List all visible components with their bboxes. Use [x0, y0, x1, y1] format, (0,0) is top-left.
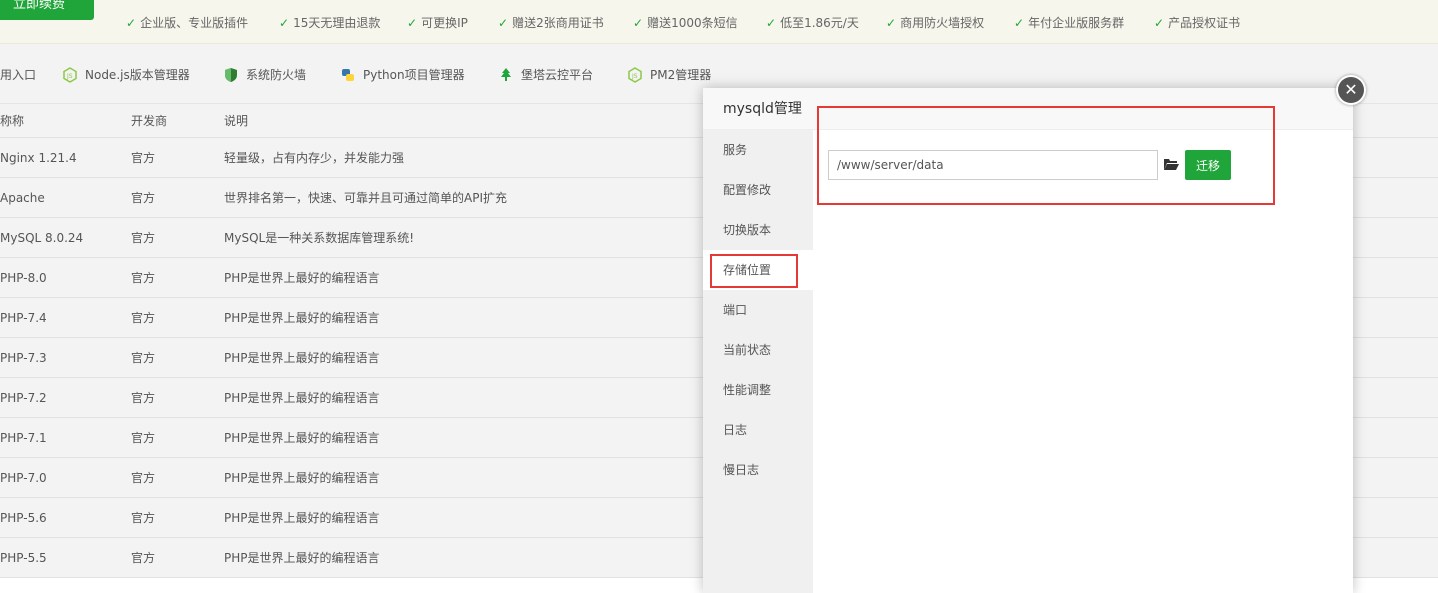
- menu-item[interactable]: 性能调整: [703, 370, 813, 410]
- feature-item: ✓ 可更换IP: [407, 16, 468, 30]
- cell-description: MySQL是一种关系数据库管理系统!: [224, 231, 415, 245]
- tree-icon: [501, 67, 511, 81]
- cell-developer: 官方: [131, 511, 156, 525]
- app-entry[interactable]: 用入口: [0, 66, 36, 83]
- nodejs-icon: JS: [63, 66, 77, 83]
- feature-item: ✓ 年付企业版服务群: [1014, 16, 1125, 30]
- check-icon: ✓: [279, 16, 290, 30]
- check-icon: ✓: [407, 16, 418, 30]
- cell-name: PHP-5.6: [0, 510, 47, 525]
- check-icon: ✓: [1154, 16, 1165, 30]
- svg-text:JS: JS: [631, 73, 638, 80]
- cell-description: PHP是世界上最好的编程语言: [224, 511, 380, 525]
- app-firewall[interactable]: 系统防火墙: [223, 66, 306, 83]
- shield-icon: [225, 67, 237, 82]
- app-nodejs[interactable]: JS Node.js版本管理器: [62, 66, 190, 83]
- feature-item: ✓ 赠送2张商用证书: [498, 16, 604, 30]
- highlight-frame-menu: [710, 254, 798, 288]
- cell-name: PHP-5.5: [0, 550, 47, 565]
- python-icon: [342, 68, 354, 81]
- cell-description: PHP是世界上最好的编程语言: [224, 271, 380, 285]
- cell-name: PHP-7.3: [0, 350, 47, 365]
- modal-menu: 服务 配置修改 切换版本 存储位置 端口 当前状态 性能调整 日志 慢日志: [703, 130, 813, 593]
- app-python[interactable]: Python项目管理器: [340, 66, 465, 83]
- cell-name: PHP-7.0: [0, 470, 47, 485]
- cell-developer: 官方: [131, 271, 156, 285]
- cell-developer: 官方: [131, 351, 156, 365]
- feature-item: ✓ 15天无理由退款: [279, 16, 381, 30]
- cell-developer: 官方: [131, 231, 156, 245]
- cell-name: PHP-8.0: [0, 270, 47, 285]
- feature-item: ✓ 低至1.86元/天: [766, 16, 859, 30]
- storage-path-input[interactable]: [828, 150, 1158, 180]
- nodejs-icon: JS: [628, 66, 642, 83]
- check-icon: ✓: [886, 16, 897, 30]
- app-pm2[interactable]: JS PM2管理器: [627, 66, 711, 83]
- cell-description: PHP是世界上最好的编程语言: [224, 551, 380, 565]
- cell-description: PHP是世界上最好的编程语言: [224, 351, 380, 365]
- cell-description: 世界排名第一，快速、可靠并且可通过简单的API扩充: [224, 191, 507, 205]
- cell-name: PHP-7.4: [0, 310, 47, 325]
- check-icon: ✓: [498, 16, 509, 30]
- renew-button[interactable]: 立即续费: [0, 0, 94, 20]
- header-developer[interactable]: 开发商: [131, 104, 167, 137]
- cell-developer: 官方: [131, 151, 156, 165]
- cell-description: PHP是世界上最好的编程语言: [224, 391, 380, 405]
- cell-developer: 官方: [131, 311, 156, 325]
- menu-item[interactable]: 日志: [703, 410, 813, 450]
- header-description[interactable]: 说明: [224, 104, 248, 137]
- close-icon: ✕: [1338, 77, 1364, 103]
- check-icon: ✓: [1014, 16, 1025, 30]
- menu-item[interactable]: 慢日志: [703, 450, 813, 490]
- header-name[interactable]: 称称: [0, 104, 24, 137]
- cell-developer: 官方: [131, 431, 156, 445]
- cell-name: PHP-7.2: [0, 390, 47, 405]
- cell-developer: 官方: [131, 471, 156, 485]
- cell-developer: 官方: [131, 551, 156, 565]
- cell-developer: 官方: [131, 391, 156, 405]
- mysqld-modal: mysqld管理 服务配置修改切换版本存储位置端口当前状态性能调整日志慢日志 迁…: [703, 88, 1353, 593]
- cell-name: MySQL 8.0.24: [0, 230, 84, 245]
- cell-description: PHP是世界上最好的编程语言: [224, 311, 380, 325]
- cell-description: 轻量级，占有内存少，并发能力强: [224, 151, 405, 165]
- menu-item[interactable]: 配置修改: [703, 170, 813, 210]
- promo-bar: 立即续费 ✓ 企业版、专业版插件 ✓ 15天无理由退款 ✓ 可更换IP ✓ 赠送2张商用…: [0, 0, 1438, 44]
- menu-item[interactable]: 端口: [703, 290, 813, 330]
- cell-name: PHP-7.1: [0, 430, 47, 445]
- feature-item: ✓ 企业版、专业版插件: [126, 16, 249, 30]
- cell-description: PHP是世界上最好的编程语言: [224, 471, 380, 485]
- menu-item[interactable]: 服务: [703, 130, 813, 170]
- migrate-button[interactable]: 迁移: [1185, 150, 1231, 180]
- cell-description: PHP是世界上最好的编程语言: [224, 431, 380, 445]
- svg-text:JS: JS: [66, 73, 73, 80]
- app-cloud-control[interactable]: 堡塔云控平台: [498, 66, 593, 83]
- check-icon: ✓: [633, 16, 644, 30]
- cell-name: Nginx 1.21.4: [0, 150, 77, 165]
- feature-item: ✓ 赠送1000条短信: [633, 16, 738, 30]
- close-button[interactable]: ✕: [1336, 75, 1366, 105]
- menu-item[interactable]: 当前状态: [703, 330, 813, 370]
- cell-name: Apache: [0, 190, 45, 205]
- menu-item[interactable]: 切换版本: [703, 210, 813, 250]
- feature-item: ✓ 产品授权证书: [1154, 16, 1241, 30]
- folder-open-icon[interactable]: [1163, 157, 1179, 171]
- cell-developer: 官方: [131, 191, 156, 205]
- feature-item: ✓ 商用防火墙授权: [886, 16, 985, 30]
- check-icon: ✓: [126, 16, 137, 30]
- check-icon: ✓: [766, 16, 777, 30]
